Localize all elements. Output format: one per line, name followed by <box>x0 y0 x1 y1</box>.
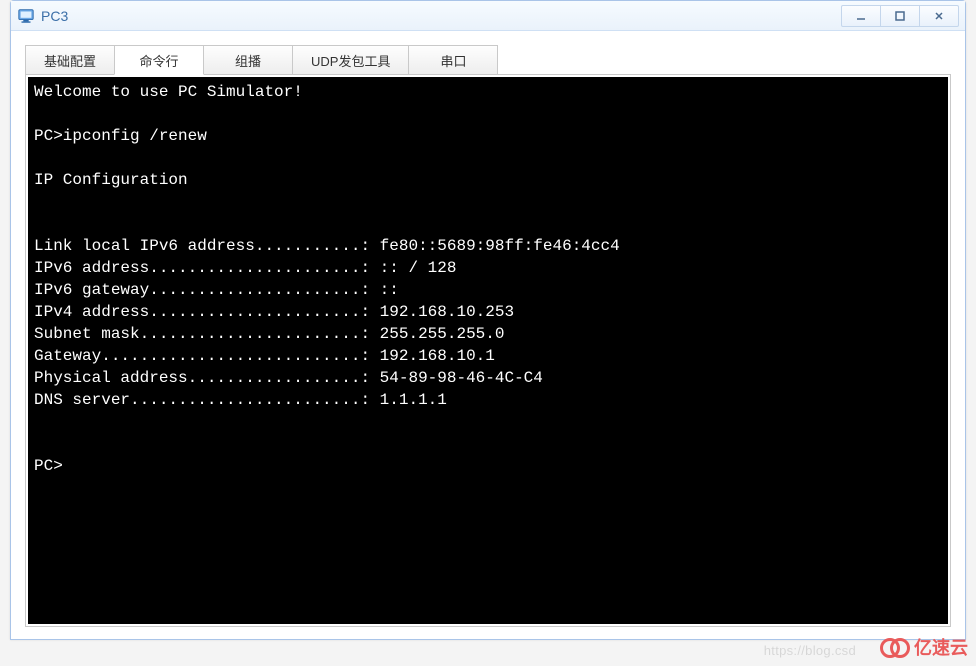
tab-serial[interactable]: 串口 <box>408 45 498 75</box>
window-title: PC3 <box>41 8 842 24</box>
infinity-icon <box>880 638 910 656</box>
brand-watermark: 亿速云 <box>880 634 968 660</box>
maximize-button[interactable] <box>880 5 920 27</box>
tab-body: Welcome to use PC Simulator! PC>ipconfig… <box>25 74 951 627</box>
tab-label: 串口 <box>440 51 466 70</box>
tab-label: 命令行 <box>140 51 179 70</box>
brand-text: 亿速云 <box>914 634 968 660</box>
tab-basic-config[interactable]: 基础配置 <box>25 45 115 75</box>
window-controls <box>842 5 959 27</box>
tab-multicast[interactable]: 组播 <box>203 45 293 75</box>
tab-label: 组播 <box>235 51 261 70</box>
url-watermark: https://blog.csd <box>764 643 856 658</box>
app-icon <box>17 7 35 25</box>
title-bar[interactable]: PC3 <box>11 1 965 31</box>
tab-udp-tool[interactable]: UDP发包工具 <box>292 45 409 75</box>
pc-simulator-window: PC3 基础配置 命令行 组播 UDP发包工具 串口 Welcome to us… <box>10 0 966 640</box>
terminal-output[interactable]: Welcome to use PC Simulator! PC>ipconfig… <box>28 77 948 624</box>
tab-label: 基础配置 <box>44 51 96 70</box>
close-button[interactable] <box>919 5 959 27</box>
window-content: 基础配置 命令行 组播 UDP发包工具 串口 Welcome to use PC… <box>11 31 965 639</box>
tab-label: UDP发包工具 <box>311 51 390 70</box>
minimize-button[interactable] <box>841 5 881 27</box>
tab-bar: 基础配置 命令行 组播 UDP发包工具 串口 <box>25 45 951 75</box>
tab-command-line[interactable]: 命令行 <box>114 45 204 75</box>
